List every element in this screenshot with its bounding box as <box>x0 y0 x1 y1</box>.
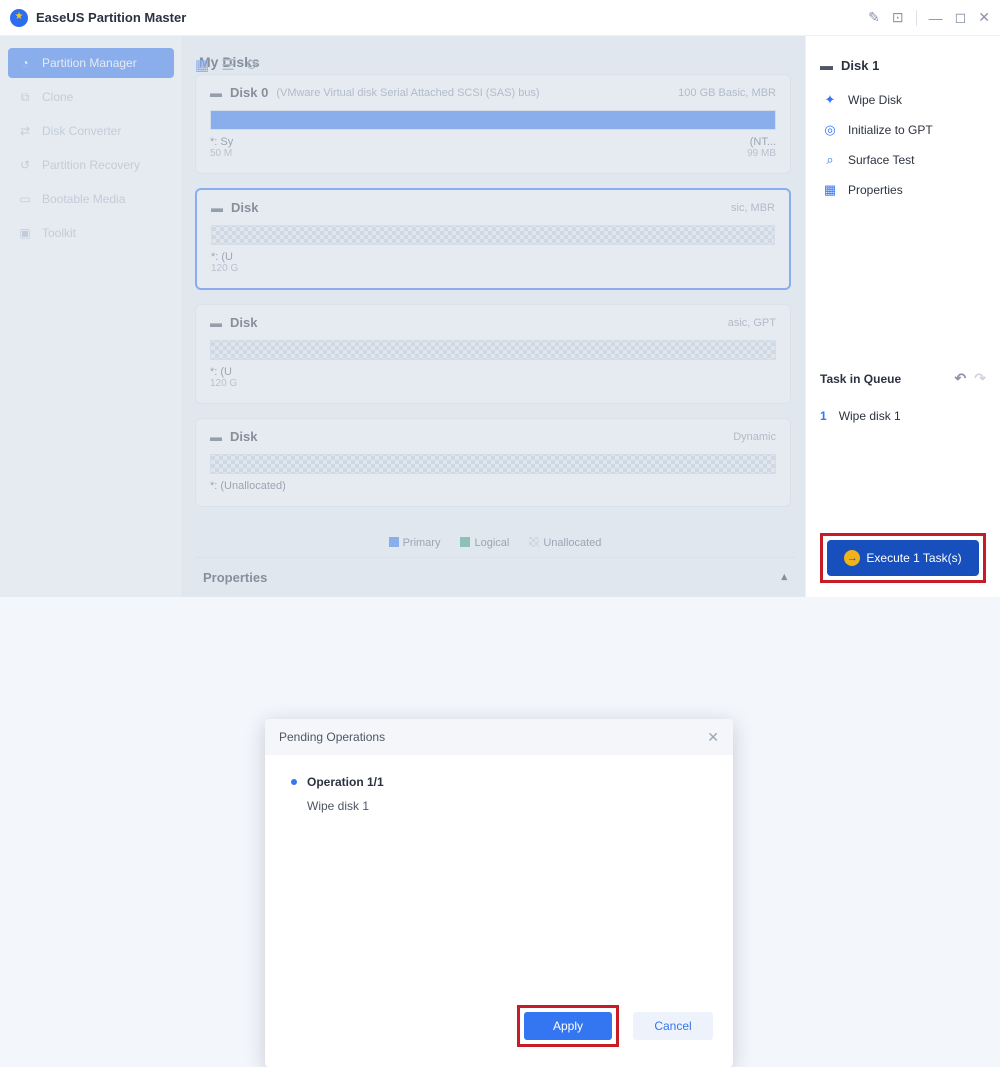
context-action[interactable]: ✦ Wipe Disk <box>820 85 986 115</box>
context-action[interactable]: ⌕ Surface Test <box>820 145 986 175</box>
bullet-icon <box>291 779 297 785</box>
dialog-title: Pending Operations <box>279 730 385 744</box>
action-label: Properties <box>848 183 903 197</box>
apply-button[interactable]: Apply <box>524 1012 612 1040</box>
app-logo: ★ <box>10 9 28 27</box>
arrow-right-icon: → <box>844 550 860 566</box>
action-label: Wipe Disk <box>848 93 902 107</box>
cancel-button[interactable]: Cancel <box>633 1012 713 1040</box>
dim-overlay <box>0 0 805 597</box>
queue-item-label: Wipe disk 1 <box>839 409 901 423</box>
task-queue-title: Task in Queue <box>820 372 901 386</box>
disk-icon: ▬ <box>820 58 833 73</box>
action-label: Surface Test <box>848 153 914 167</box>
context-panel: ▬ Disk 1 ✦ Wipe Disk ◎ Initialize to GPT ⌕ Su… <box>805 36 1000 597</box>
operation-title: Operation 1/1 <box>307 775 384 789</box>
undo-icon[interactable]: ↶ <box>955 370 967 387</box>
queue-item[interactable]: 1 Wipe disk 1 <box>820 409 986 423</box>
context-title: ▬ Disk 1 <box>820 58 986 73</box>
gift-icon[interactable]: ⊡ <box>892 9 904 26</box>
action-icon: ◎ <box>822 122 838 138</box>
titlebar: ★ EaseUS Partition Master ✎ ⊡ — ◻ ✕ <box>0 0 1000 36</box>
action-icon: ▦ <box>822 182 838 198</box>
highlight-execute: → Execute 1 Task(s) <box>820 533 986 583</box>
context-action[interactable]: ◎ Initialize to GPT <box>820 115 986 145</box>
operation-description: Wipe disk 1 <box>307 799 707 813</box>
pending-operations-dialog: Pending Operations ✕ Operation 1/1 Wipe … <box>265 719 733 1067</box>
action-label: Initialize to GPT <box>848 123 933 137</box>
app-title: EaseUS Partition Master <box>36 10 186 25</box>
action-icon: ⌕ <box>822 152 838 168</box>
close-app-icon[interactable]: ✕ <box>978 9 990 26</box>
redo-icon[interactable]: ↷ <box>974 370 986 387</box>
minimize-icon[interactable]: — <box>929 10 943 26</box>
maximize-icon[interactable]: ◻ <box>955 9 967 26</box>
action-icon: ✦ <box>822 92 838 108</box>
execute-button[interactable]: → Execute 1 Task(s) <box>827 540 979 576</box>
queue-item-number: 1 <box>820 409 827 423</box>
highlight-apply: Apply <box>517 1005 619 1047</box>
close-icon[interactable]: ✕ <box>707 729 719 746</box>
notes-icon[interactable]: ✎ <box>868 9 880 26</box>
context-action[interactable]: ▦ Properties <box>820 175 986 205</box>
